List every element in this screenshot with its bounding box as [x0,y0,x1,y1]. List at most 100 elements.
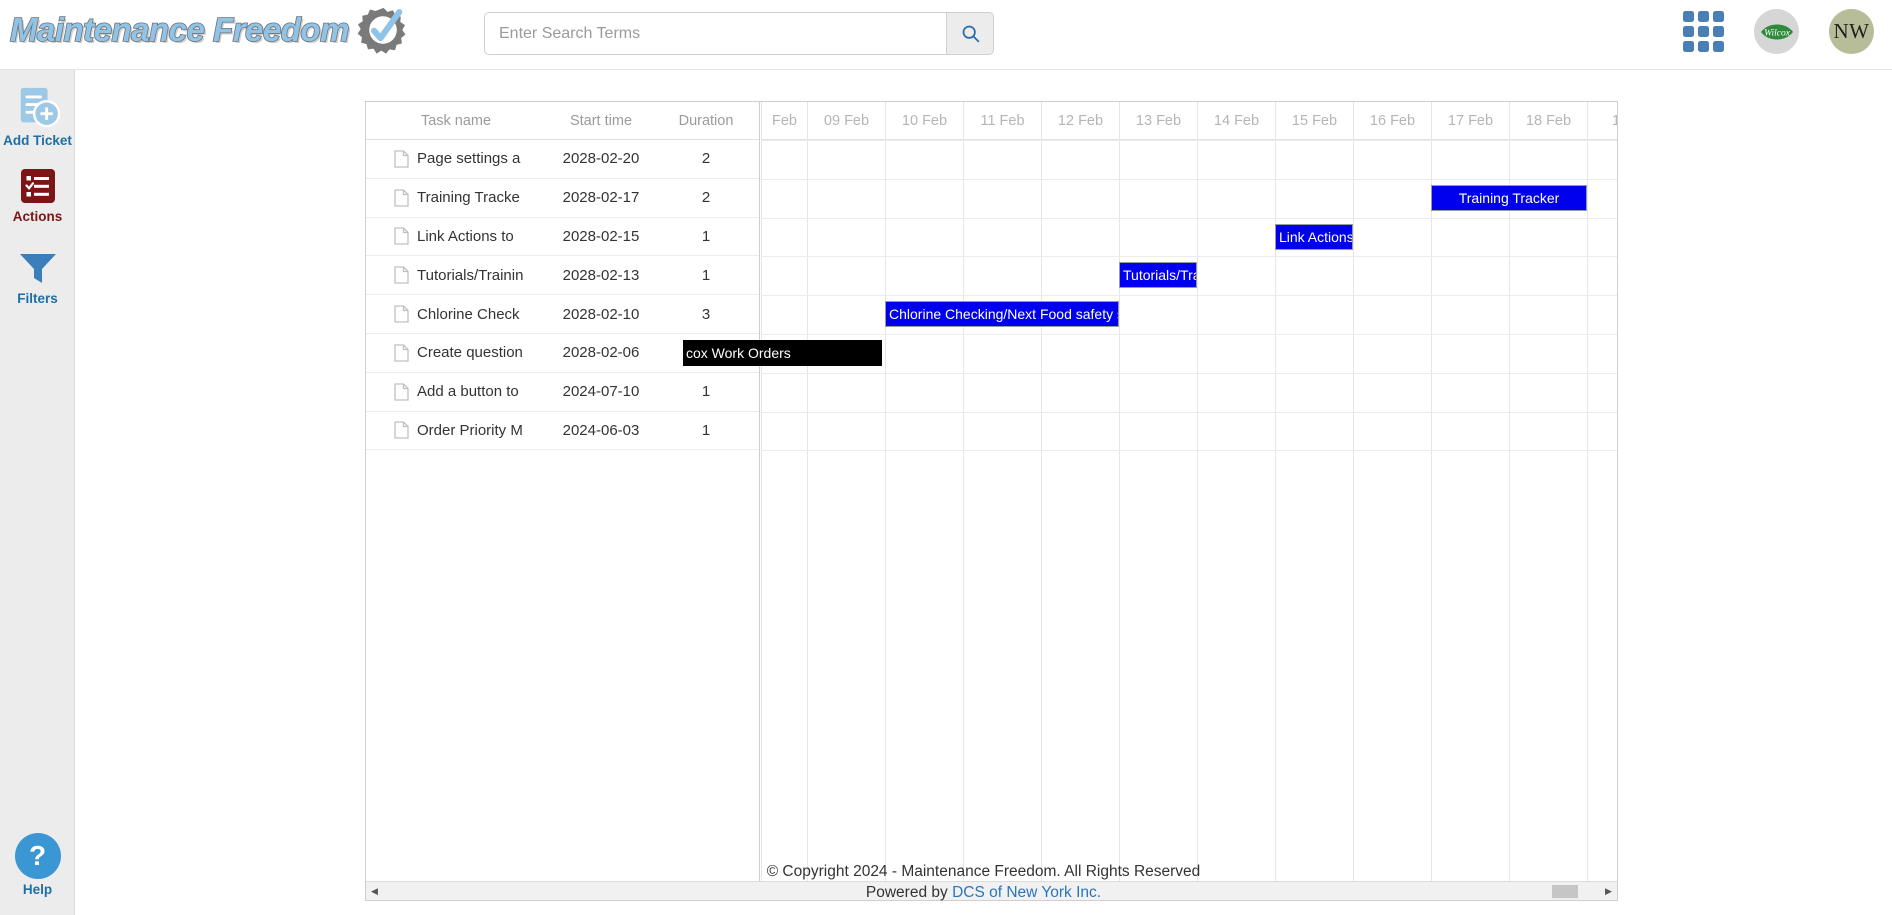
question-mark-icon: ? [14,833,61,879]
cell-task-name[interactable]: Create question [366,344,546,362]
timeline-date-header: 09 Feb [807,102,885,140]
task-name-text: Tutorials/Trainin [417,266,524,284]
timeline-gridline [761,140,762,882]
cell-start-time[interactable]: 2028-02-20 [546,150,656,167]
cell-duration[interactable]: 1 [656,228,756,245]
grid-apps-icon[interactable] [1683,11,1724,52]
logo-text: Maintenance Freedom [9,10,350,49]
task-name-text: Create question [417,344,523,362]
cell-task-name[interactable]: Order Priority M [366,421,546,440]
cell-start-time[interactable]: 2028-02-15 [546,228,656,245]
timeline-gridline [761,256,1617,258]
gantt-task-bar[interactable]: Chlorine Checking/Next Food safety ste [885,301,1119,328]
table-row[interactable]: Page settings a 2028-02-20 2 [366,140,759,179]
checklist-icon [20,169,55,203]
document-gear-add-icon [20,87,60,128]
cell-task-name[interactable]: Link Actions to [366,227,546,246]
app-header: Maintenance Freedom Wilcox NW [0,0,1892,70]
column-header-task-name[interactable]: Task name [366,113,546,129]
gear-check-icon [357,7,406,54]
table-row[interactable]: Training Tracke 2028-02-17 2 [366,179,759,218]
help-button[interactable]: ? Help [0,833,75,897]
gantt-task-bar[interactable]: Training Tracker [1431,184,1587,211]
timeline-gridline [1431,140,1432,882]
gantt-bar-label: Chlorine Checking/Next Food safety ste [889,306,1119,323]
timeline-gridline [1275,140,1276,882]
timeline-gridline [761,140,1617,141]
timeline-date-header: 15 Feb [1275,102,1353,140]
app-logo[interactable]: Maintenance Freedom [9,4,409,56]
timeline-body: Training Tracker Link Actions t Tutorials/… [683,140,1617,882]
main-content: Project Summary Task name Start time Dur… [75,70,1892,915]
column-header-start-time[interactable]: Start time [546,113,656,129]
document-icon [394,266,409,284]
sidebar-item-actions[interactable]: Actions [0,166,75,224]
timeline-gridline [1509,140,1510,882]
timeline-date-header: 10 Feb [885,102,963,140]
cell-start-time[interactable]: 2028-02-10 [546,306,656,323]
task-name-text: Link Actions to [417,227,514,245]
user-avatar[interactable]: NW [1829,9,1874,54]
timeline-date-header: 13 Feb [1119,102,1197,140]
cell-start-time[interactable]: 2028-02-17 [546,189,656,206]
gantt-task-bar[interactable]: cox Work Orders [683,340,882,366]
cell-duration[interactable]: 2 [656,189,756,206]
timeline-gridline [1353,140,1354,882]
timeline-gridline [1119,140,1120,882]
table-row[interactable]: Chlorine Check 2028-02-10 3 [366,295,759,334]
cell-duration[interactable]: 1 [656,383,756,400]
copyright-text: © Copyright 2024 - Maintenance Freedom. … [766,863,1201,880]
timeline-gridline [963,140,964,882]
gantt-task-bar[interactable]: Link Actions t [1275,223,1353,250]
timeline-gridline [885,140,886,882]
task-name-text: Page settings a [417,150,521,168]
cell-start-time[interactable]: 2028-02-13 [546,267,656,284]
cell-task-name[interactable]: Training Tracke [366,189,546,207]
search-input[interactable] [484,12,946,55]
help-label: Help [22,882,53,897]
task-name-text: Order Priority M [417,421,523,439]
gantt-timeline: Feb 09 Feb 10 Feb 11 Feb 12 Feb 13 Feb 14 Feb 1… [683,102,1617,882]
timeline-gridline [1197,140,1198,882]
timeline-gridline [1587,140,1588,882]
table-row[interactable]: Link Actions to 2028-02-15 1 [366,218,759,257]
cell-duration[interactable]: 2 [656,150,756,167]
document-icon [394,305,409,323]
cell-duration[interactable]: 3 [656,306,756,323]
leaf-icon: Wilcox [1760,24,1793,39]
cell-start-time[interactable]: 2024-06-03 [546,422,656,439]
task-grid-header: Task name Start time Duration [366,102,759,140]
timeline-date-header: 11 Feb [963,102,1041,140]
gantt-task-bar[interactable]: Tutorials/Trai [1119,262,1197,289]
cell-start-time[interactable]: 2028-02-06 [546,344,656,361]
table-row[interactable]: Order Priority M 2024-06-03 1 [366,412,759,451]
timeline-gridline [761,411,1617,413]
timeline-date-header: 16 Feb [1353,102,1431,140]
search-button[interactable] [946,12,994,55]
cell-task-name[interactable]: Add a button to [366,383,546,401]
cell-duration[interactable]: 1 [656,422,756,439]
cell-start-time[interactable]: 2024-07-10 [546,383,656,400]
sidebar-item-filters[interactable]: Filters [0,248,75,306]
column-header-duration[interactable]: Duration [656,113,756,129]
task-name-text: Add a button to [417,383,519,401]
search-bar [484,12,994,55]
task-name-text: Chlorine Check [417,305,520,323]
gantt-bar-label: Tutorials/Trai [1123,267,1197,284]
cell-task-name[interactable]: Tutorials/Trainin [366,266,546,284]
avatar-initials: NW [1833,19,1870,43]
table-row[interactable]: Add a button to 2024-07-10 1 [366,373,759,412]
dcs-link[interactable]: DCS of New York Inc. [952,884,1101,901]
document-icon [394,227,409,246]
page-footer: © Copyright 2024 - Maintenance Freedom. … [75,861,1892,903]
document-icon [394,150,409,168]
cell-task-name[interactable]: Chlorine Check [366,305,546,323]
wilcox-leaf-logo[interactable]: Wilcox [1754,9,1799,54]
cell-task-name[interactable]: Page settings a [366,150,546,168]
table-row[interactable]: Tutorials/Trainin 2028-02-13 1 [366,256,759,296]
sidebar-item-add-ticket[interactable]: Add Ticket [0,84,75,148]
document-icon [394,421,409,440]
timeline-date-header: 18 Feb [1509,102,1587,140]
timeline-gridline [761,372,1617,374]
cell-duration[interactable]: 1 [656,267,756,284]
